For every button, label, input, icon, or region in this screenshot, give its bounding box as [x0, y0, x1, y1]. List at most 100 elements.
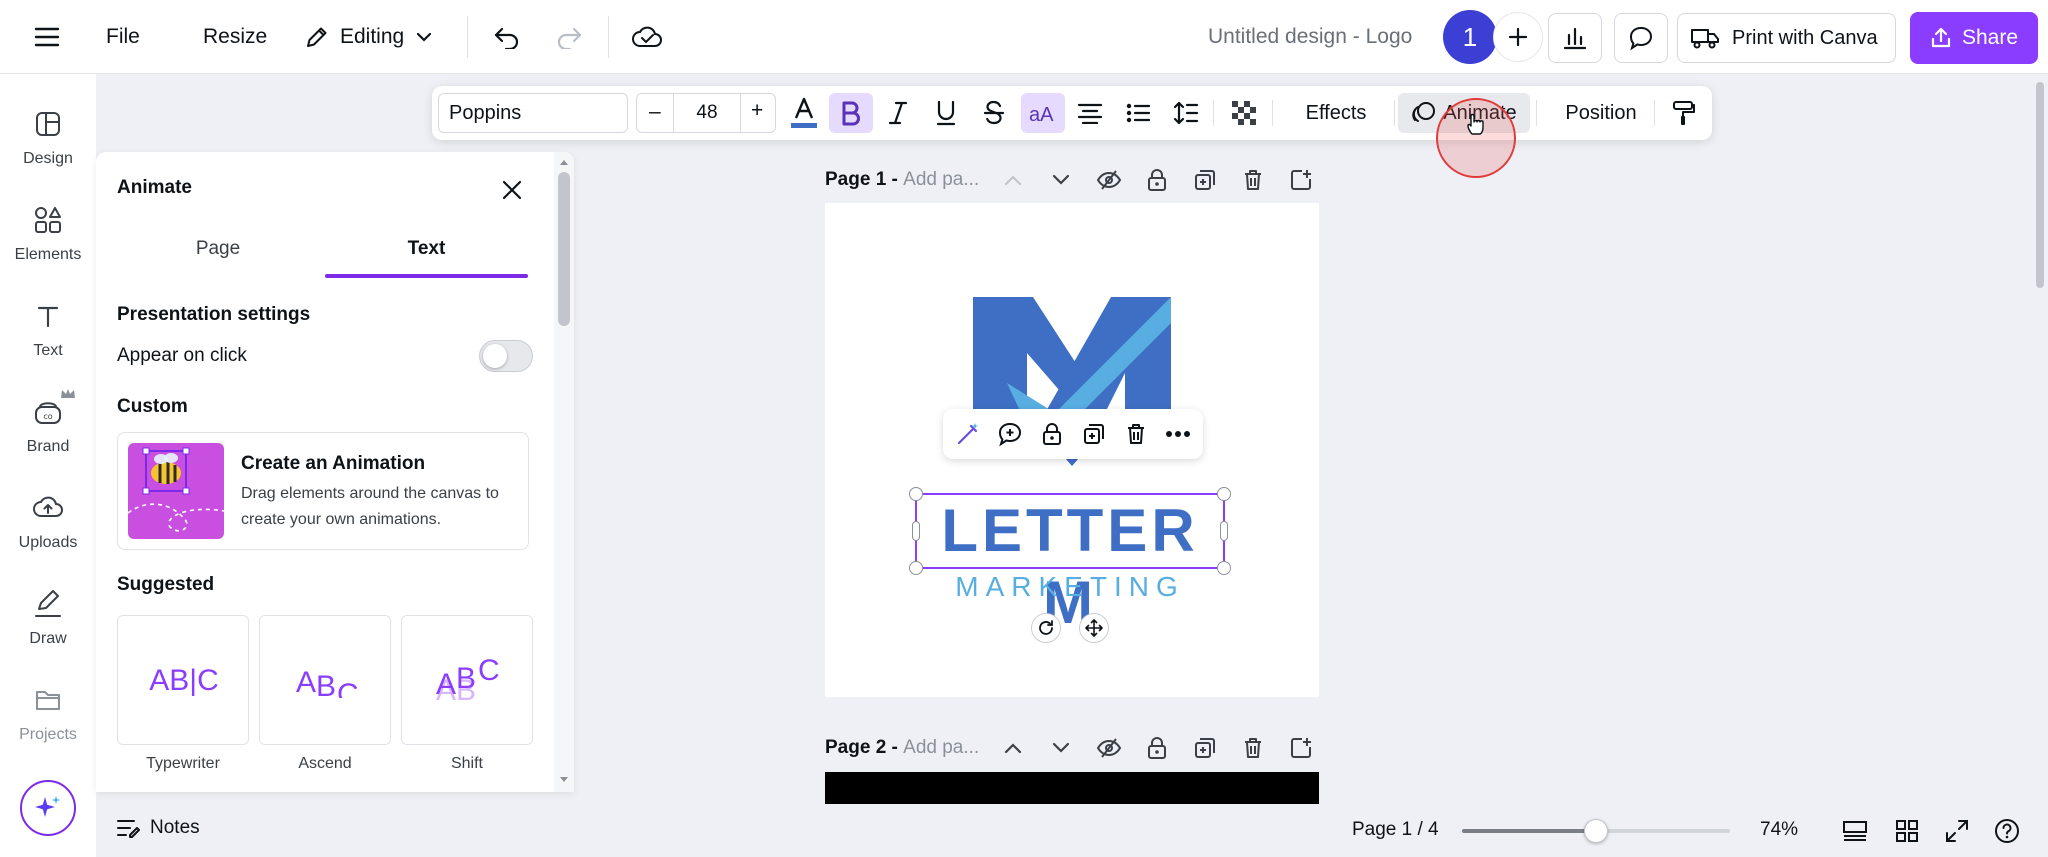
share-label: Share [1961, 26, 2019, 49]
animation-tile-typewriter[interactable]: AB|C [117, 615, 249, 745]
help-icon[interactable] [1992, 816, 2022, 846]
list-button[interactable] [1118, 93, 1158, 133]
panel-scrollbar[interactable] [554, 152, 574, 792]
sidebar-item-text[interactable]: Text [0, 296, 96, 376]
align-center-button[interactable] [1070, 93, 1110, 133]
sidebar-item-draw[interactable]: Draw [0, 584, 96, 664]
page-1-title-input[interactable]: Add pa... [903, 169, 979, 190]
duplicate-icon[interactable] [1079, 419, 1109, 449]
page-2-canvas[interactable] [825, 772, 1319, 804]
text-color-button[interactable] [784, 93, 824, 133]
add-collaborator-button[interactable] [1493, 12, 1543, 62]
add-comment-icon[interactable] [995, 419, 1025, 449]
shift-preview-icon: AB A B C [436, 654, 500, 707]
duplicate-page-icon[interactable] [1190, 165, 1220, 195]
chevron-down-icon[interactable] [1046, 733, 1076, 763]
divider [1654, 100, 1655, 126]
sidebar-item-brand[interactable]: co Brand [0, 389, 96, 472]
redo-icon[interactable] [550, 18, 588, 56]
scroll-up-arrow[interactable] [559, 158, 569, 166]
panel-scrollbar-thumb[interactable] [558, 172, 570, 326]
sidebar-item-projects[interactable]: Projects [0, 680, 96, 760]
animation-tile-shift[interactable]: AB A B C [401, 615, 533, 745]
close-icon[interactable] [498, 176, 526, 204]
grid-view-icon[interactable] [1892, 816, 1922, 846]
position-button[interactable]: Position [1546, 93, 1656, 133]
trash-icon[interactable] [1238, 733, 1268, 763]
chevron-up-icon[interactable] [998, 165, 1028, 195]
logo-title-text[interactable]: LETTER M [915, 495, 1225, 639]
sidebar-item-elements[interactable]: Elements [0, 200, 96, 280]
duplicate-page-icon[interactable] [1190, 733, 1220, 763]
cloud-saved-icon[interactable] [628, 18, 666, 56]
hide-page-icon[interactable] [1094, 733, 1124, 763]
pen-icon [28, 584, 68, 624]
move-handle[interactable] [1079, 613, 1109, 643]
add-page-icon[interactable] [1286, 733, 1316, 763]
font-family-dropdown[interactable]: Poppins [438, 93, 628, 133]
bottom-bar: Notes Page 1 / 4 74% [96, 805, 2048, 857]
undo-icon[interactable] [488, 18, 526, 56]
create-animation-title: Create an Animation [241, 453, 426, 474]
chevron-down-icon[interactable] [1046, 165, 1076, 195]
active-tab-indicator [325, 274, 528, 278]
more-options-icon[interactable] [1163, 419, 1193, 449]
transparency-button[interactable] [1224, 93, 1264, 133]
tab-text[interactable]: Text [325, 238, 528, 272]
lock-icon[interactable] [1142, 733, 1172, 763]
animation-tile-ascend[interactable]: A B C [259, 615, 391, 745]
chevron-down-icon [416, 32, 432, 42]
font-size-decrease-button[interactable]: – [649, 100, 661, 124]
comments-button[interactable] [1614, 13, 1668, 63]
strikethrough-button[interactable] [974, 93, 1014, 133]
letter-case-icon: aA [1029, 104, 1054, 124]
copy-style-button[interactable] [1664, 93, 1704, 133]
appear-on-click-toggle[interactable] [479, 340, 533, 372]
magic-edit-icon[interactable] [953, 419, 983, 449]
canvas-scrollbar-thumb[interactable] [2036, 82, 2044, 288]
page-1-canvas[interactable]: LETTER M MARKETING [825, 203, 1319, 697]
rotate-handle[interactable] [1031, 613, 1061, 643]
page-view-icon[interactable] [1840, 816, 1870, 846]
tab-page[interactable]: Page [117, 238, 319, 272]
divider [1536, 100, 1537, 126]
spacing-button[interactable] [1166, 93, 1206, 133]
hide-page-icon[interactable] [1094, 165, 1124, 195]
logo-subtitle-text[interactable]: MARKETING [915, 570, 1225, 604]
print-with-canva-button[interactable]: Print with Canva [1677, 13, 1896, 63]
zoom-level[interactable]: 74% [1760, 819, 1798, 841]
font-size-increase-button[interactable]: + [751, 99, 763, 123]
editing-mode-button[interactable]: Editing [304, 22, 432, 52]
trash-icon[interactable] [1238, 165, 1268, 195]
design-title[interactable]: Untitled design - Logo [1208, 22, 1412, 52]
page-2-title-input[interactable]: Add pa... [903, 737, 979, 758]
lock-icon[interactable] [1037, 419, 1067, 449]
font-size-input[interactable]: 48 [674, 102, 740, 124]
share-button[interactable]: Share [1910, 12, 2038, 64]
underline-button[interactable] [926, 93, 966, 133]
lock-icon[interactable] [1142, 165, 1172, 195]
letter-case-button[interactable]: aA [1021, 93, 1065, 133]
fullscreen-icon[interactable] [1942, 816, 1972, 846]
trash-icon[interactable] [1121, 419, 1151, 449]
bold-button[interactable] [829, 93, 873, 133]
effects-button[interactable]: Effects [1284, 93, 1388, 133]
avatar[interactable]: 1 [1443, 10, 1497, 64]
zoom-slider[interactable] [1462, 819, 1730, 843]
create-animation-card[interactable]: Create an Animation Drag elements around… [117, 432, 529, 550]
italic-button[interactable] [878, 93, 918, 133]
sidebar-item-uploads[interactable]: Uploads [0, 488, 96, 568]
page-indicator[interactable]: Page 1 / 4 [1352, 819, 1439, 841]
menu-hamburger-icon[interactable] [28, 18, 66, 56]
sidebar-item-design[interactable]: Design [0, 104, 96, 184]
scroll-down-arrow[interactable] [559, 776, 569, 784]
magic-assistant-button[interactable] [20, 780, 76, 836]
add-page-icon[interactable] [1286, 165, 1316, 195]
zoom-slider-thumb[interactable] [1584, 819, 1608, 843]
insights-button[interactable] [1548, 13, 1602, 63]
resize-button[interactable]: Resize [203, 22, 267, 52]
move-icon [1085, 619, 1103, 637]
notes-button[interactable]: Notes [116, 817, 200, 839]
file-menu[interactable]: File [106, 22, 140, 52]
chevron-up-icon[interactable] [998, 733, 1028, 763]
